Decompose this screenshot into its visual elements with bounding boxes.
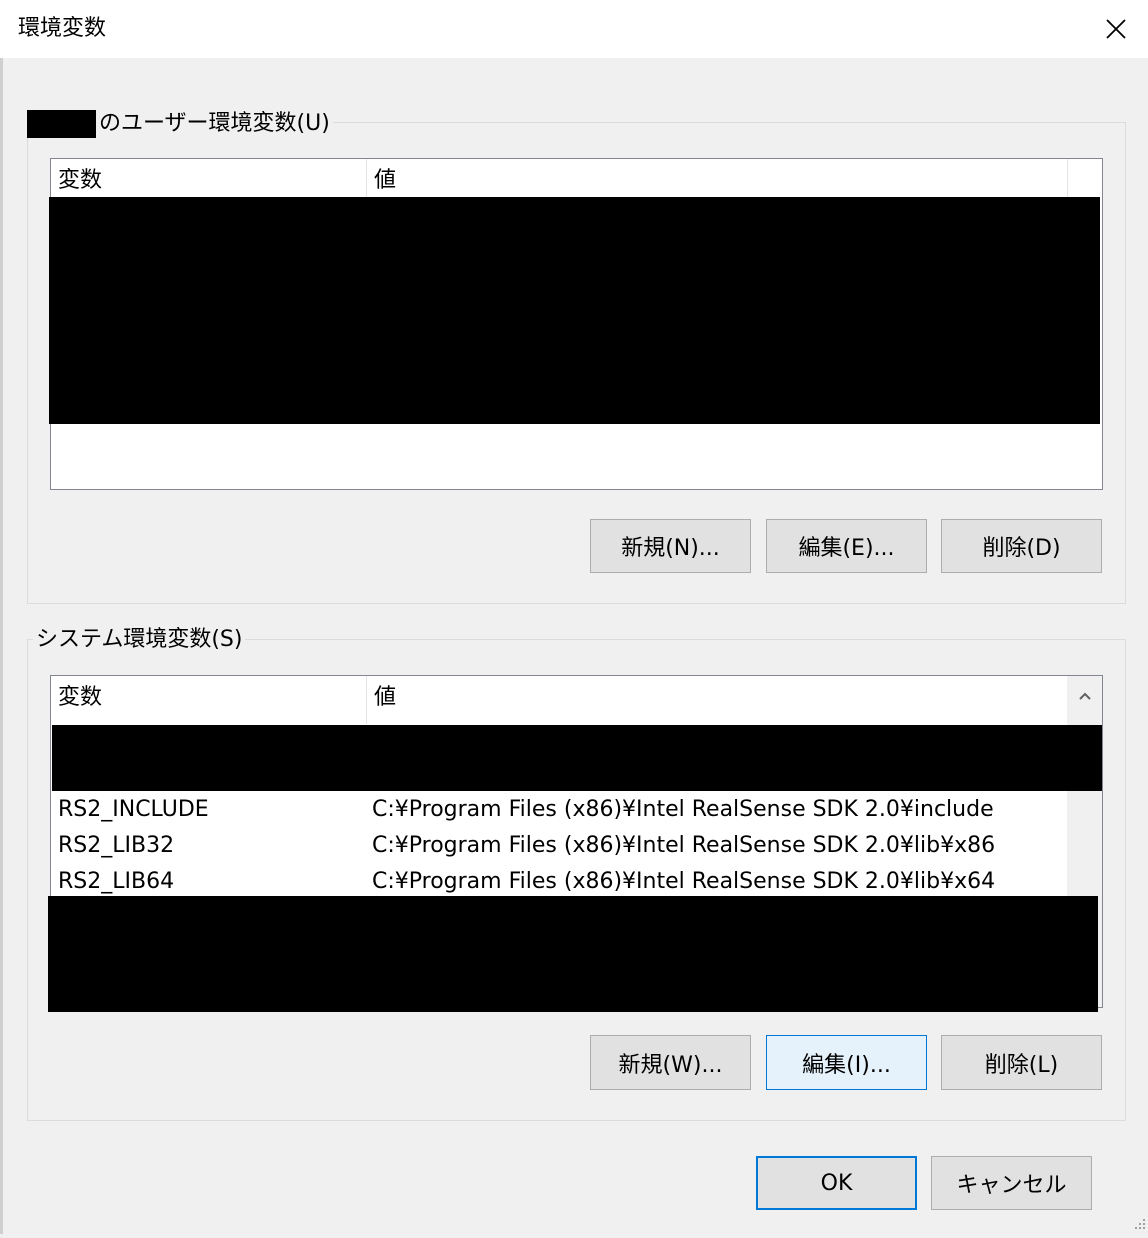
user-variables-legend: のユーザー環境変数(U) bbox=[96, 109, 333, 139]
table-row[interactable]: RS2_LIB64 C:¥Program Files (x86)¥Intel R… bbox=[51, 864, 1067, 900]
table-row[interactable]: RS2_LIB32 C:¥Program Files (x86)¥Intel R… bbox=[51, 828, 1067, 864]
system-edit-button[interactable]: 編集(I)... bbox=[766, 1035, 927, 1090]
scroll-up-button[interactable] bbox=[1067, 676, 1102, 716]
user-delete-button[interactable]: 削除(D) bbox=[941, 519, 1102, 573]
close-button[interactable] bbox=[1092, 4, 1140, 54]
redacted-system-rows-bottom bbox=[48, 896, 1098, 1012]
window-title: 環境変数 bbox=[18, 16, 107, 41]
ok-button[interactable]: OK bbox=[756, 1156, 917, 1210]
title-bar bbox=[0, 0, 1148, 58]
cancel-button[interactable]: キャンセル bbox=[931, 1156, 1092, 1210]
column-header-value[interactable]: 値 bbox=[367, 676, 1067, 724]
column-separator bbox=[1067, 159, 1068, 197]
table-row[interactable]: RS2_INCLUDE C:¥Program Files (x86)¥Intel… bbox=[51, 792, 1067, 828]
redacted-user-rows bbox=[49, 197, 1100, 424]
redacted-username bbox=[27, 110, 99, 138]
column-header-variable[interactable]: 変数 bbox=[51, 676, 366, 724]
user-new-button[interactable]: 新規(N)... bbox=[590, 519, 751, 573]
variable-name: RS2_INCLUDE bbox=[58, 797, 209, 822]
resize-grip-icon bbox=[1135, 1219, 1145, 1229]
system-delete-button[interactable]: 削除(L) bbox=[941, 1035, 1102, 1090]
variable-name: RS2_LIB32 bbox=[58, 833, 175, 858]
system-variables-legend: システム環境変数(S) bbox=[33, 625, 246, 655]
resize-grip[interactable] bbox=[1130, 1216, 1148, 1234]
close-icon bbox=[1106, 19, 1126, 39]
redacted-system-rows-top bbox=[52, 725, 1102, 791]
column-header-variable[interactable]: 変数 bbox=[51, 159, 366, 197]
list-header: 変数 値 bbox=[51, 676, 1068, 724]
variable-value: C:¥Program Files (x86)¥Intel RealSense S… bbox=[372, 833, 996, 858]
variable-value: C:¥Program Files (x86)¥Intel RealSense S… bbox=[372, 869, 996, 894]
window-edge bbox=[0, 58, 3, 1234]
user-edit-button[interactable]: 編集(E)... bbox=[766, 519, 927, 573]
chevron-up-icon bbox=[1078, 692, 1091, 700]
variable-name: RS2_LIB64 bbox=[58, 869, 175, 894]
column-header-value[interactable]: 値 bbox=[367, 159, 1067, 197]
list-header: 変数 値 bbox=[51, 159, 1068, 197]
system-new-button[interactable]: 新規(W)... bbox=[590, 1035, 751, 1090]
variable-value: C:¥Program Files (x86)¥Intel RealSense S… bbox=[372, 797, 994, 822]
